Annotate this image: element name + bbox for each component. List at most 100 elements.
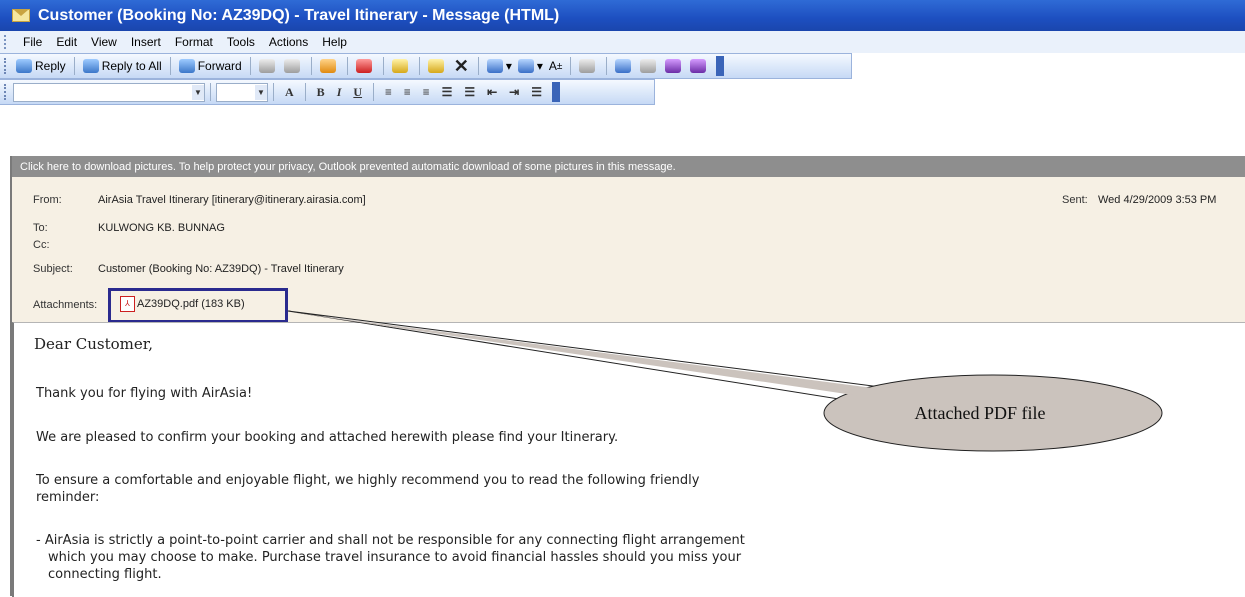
download-pictures-infobar[interactable]: Click here to download pictures. To help… — [12, 156, 1245, 177]
menu-actions[interactable]: Actions — [262, 35, 315, 49]
separator — [169, 57, 171, 75]
sent-value: Wed 4/29/2009 3:53 PM — [1098, 194, 1217, 206]
print-icon — [258, 59, 275, 73]
previous-item-button[interactable]: ▾ — [484, 59, 515, 73]
addin-button-2[interactable] — [662, 59, 687, 73]
addin-button-1[interactable] — [637, 59, 662, 73]
toolbar-grip[interactable] — [4, 58, 9, 74]
font-name-combo[interactable]: ▼ — [13, 82, 205, 102]
menu-file[interactable]: File — [16, 35, 49, 49]
next-item-button[interactable]: ▾ — [515, 59, 546, 73]
addin-icon — [640, 59, 657, 73]
menu-bar: File Edit View Insert Format Tools Actio… — [0, 31, 1245, 53]
subject-value: Customer (Booking No: AZ39DQ) - Travel I… — [98, 263, 344, 275]
mail-envelope-icon — [12, 9, 30, 22]
print-button[interactable] — [256, 59, 281, 73]
move-to-folder-button[interactable] — [317, 59, 342, 73]
address-book-icon — [579, 59, 596, 73]
separator — [570, 57, 572, 75]
move-button[interactable] — [425, 59, 450, 73]
flower-icon — [690, 59, 707, 73]
menu-view[interactable]: View — [84, 35, 124, 49]
address-book-button[interactable] — [576, 59, 601, 73]
open-folder-button[interactable] — [389, 59, 414, 73]
window-title: Customer (Booking No: AZ39DQ) - Travel I… — [38, 6, 560, 24]
attachment-label: Attachments: — [33, 299, 98, 311]
underline-icon[interactable]: U — [353, 85, 362, 100]
addin-button-3[interactable] — [687, 59, 712, 73]
subject-label: Subject: — [33, 263, 73, 275]
from-value[interactable]: AirAsia Travel Itinerary [itinerary@itin… — [98, 194, 366, 206]
reply-all-label: Reply to All — [101, 59, 162, 73]
previous-item-icon — [486, 59, 503, 73]
chevron-down-icon: ▼ — [255, 84, 267, 100]
reply-button[interactable]: Reply — [13, 59, 69, 73]
forward-label: Forward — [197, 59, 242, 73]
help-icon — [615, 59, 632, 73]
separator — [249, 57, 251, 75]
font-color-icon[interactable]: A — [285, 85, 294, 100]
align-center-icon[interactable]: ≡ — [404, 85, 411, 100]
font-size-combo[interactable]: ▼ — [216, 82, 268, 102]
menu-format[interactable]: Format — [168, 35, 220, 49]
separator — [210, 83, 211, 101]
from-label: From: — [33, 194, 62, 206]
reply-all-button[interactable]: Reply to All — [80, 59, 165, 73]
forward-button[interactable]: Forward — [176, 59, 245, 73]
formatting-toolbar: ▼ ▼ A B I U ≡ ≡ ≡ ☰ ☰ ⇤ ⇥ ☰ — [0, 79, 655, 105]
separator — [346, 57, 348, 75]
separator — [382, 57, 384, 75]
increase-indent-icon[interactable]: ⇥ — [509, 85, 519, 100]
horizontal-line-icon[interactable]: ☰ — [531, 85, 542, 100]
toolbar-grip[interactable] — [4, 84, 9, 100]
menu-insert[interactable]: Insert — [124, 35, 168, 49]
chevron-down-icon: ▼ — [192, 84, 204, 100]
sent-label: Sent: — [1062, 194, 1088, 206]
body-paragraph-3-line-2: reminder: — [36, 490, 100, 505]
toolbar-options-icon[interactable] — [716, 56, 725, 76]
left-border — [10, 156, 12, 596]
reply-icon — [16, 59, 32, 73]
flower-icon — [665, 59, 682, 73]
body-paragraph-3-line-1: To ensure a comfortable and enjoyable fl… — [36, 473, 700, 488]
to-label: To: — [33, 222, 48, 234]
flag-icon — [355, 59, 372, 73]
move-icon — [427, 59, 444, 73]
menu-help[interactable]: Help — [315, 35, 354, 49]
greeting: Dear Customer, — [34, 335, 154, 353]
attachment-highlight-box — [108, 288, 288, 323]
separator — [373, 83, 375, 101]
folder-icon — [391, 59, 408, 73]
menu-tools[interactable]: Tools — [220, 35, 262, 49]
to-value[interactable]: KULWONG KB. BUNNAG — [98, 222, 225, 234]
move-to-folder-icon — [319, 59, 336, 73]
bullet-line-3: connecting flight. — [48, 567, 162, 582]
align-left-icon[interactable]: ≡ — [385, 85, 392, 100]
bold-icon[interactable]: B — [317, 85, 325, 100]
bullet-line-2: which you may choose to make. Purchase t… — [48, 550, 742, 565]
separator — [273, 83, 274, 101]
bullet-list-icon[interactable]: ☰ — [464, 85, 475, 100]
italic-icon[interactable]: I — [337, 85, 342, 100]
delete-icon[interactable]: ✕ — [454, 56, 469, 77]
message-body: Dear Customer, Thank you for flying with… — [12, 322, 1245, 597]
decrease-indent-icon[interactable]: ⇤ — [487, 85, 497, 100]
cc-label: Cc: — [33, 239, 50, 251]
help-button[interactable] — [612, 59, 637, 73]
separator — [304, 83, 306, 101]
body-paragraph-1: Thank you for flying with AirAsia! — [36, 386, 253, 401]
infobar-text: Click here to download pictures. To help… — [20, 160, 676, 173]
align-right-icon[interactable]: ≡ — [423, 85, 430, 100]
toolbar-options-icon[interactable] — [551, 82, 560, 102]
reply-all-icon — [82, 59, 99, 73]
menu-edit[interactable]: Edit — [49, 35, 84, 49]
font-size-button[interactable]: A ± — [546, 59, 566, 73]
separator — [418, 57, 420, 75]
window-titlebar[interactable]: Customer (Booking No: AZ39DQ) - Travel I… — [0, 0, 1245, 31]
copy-button[interactable] — [281, 59, 306, 73]
numbered-list-icon[interactable]: ☰ — [442, 85, 453, 100]
follow-up-flag-button[interactable] — [353, 59, 378, 73]
toolbar-grip[interactable] — [4, 35, 10, 49]
standard-toolbar: Reply Reply to All Forward ✕ ▾ ▾ A ± — [0, 53, 852, 79]
copy-icon — [283, 59, 300, 73]
